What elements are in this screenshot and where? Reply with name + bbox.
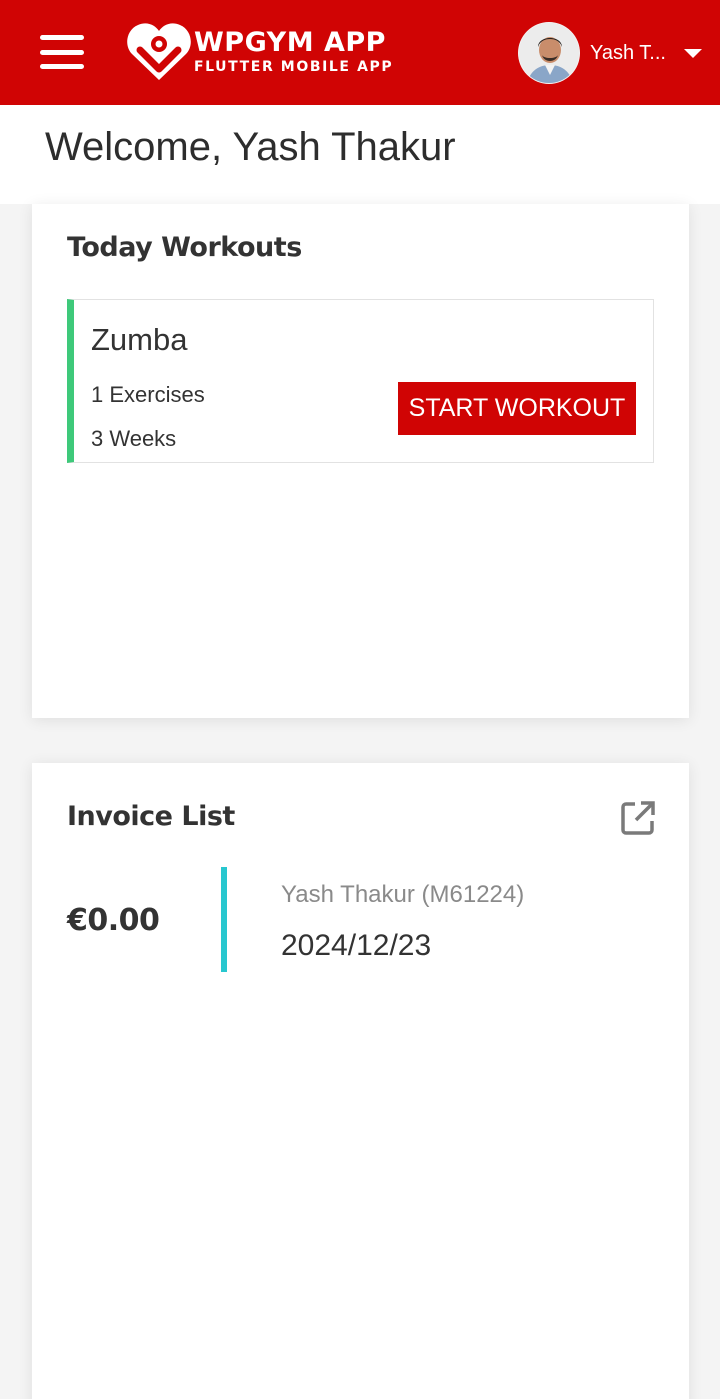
invoice-list-title: Invoice List — [67, 801, 235, 832]
workout-name: Zumba — [91, 322, 188, 357]
app-bar: WPGYM APP FLUTTER MOBILE APP Yash T... — [0, 0, 720, 105]
workout-exercises-count: 1 Exercises — [91, 382, 205, 407]
avatar — [518, 22, 580, 84]
user-name: Yash T... — [590, 41, 666, 64]
caret-down-icon[interactable] — [684, 48, 702, 58]
invoice-date: 2024/12/23 — [281, 929, 432, 962]
workout-list-item[interactable]: Zumba 1 Exercises 3 Weeks START WORKOUT — [67, 299, 654, 463]
heart-dumbbell-logo-icon — [127, 23, 191, 80]
invoice-list-card: Invoice List €0.00 Yash Thakur (M61224) … — [32, 763, 689, 1399]
invoice-member: Yash Thakur (M61224) — [281, 881, 525, 908]
logo-title: WPGYM APP — [194, 27, 386, 58]
user-photo-icon — [519, 23, 579, 83]
invoice-list-item[interactable]: €0.00 Yash Thakur (M61224) 2024/12/23 — [67, 867, 657, 973]
workout-weeks: 3 Weeks — [91, 426, 177, 451]
today-workouts-title: Today Workouts — [67, 232, 302, 263]
welcome-bar: Welcome, Yash Thakur — [0, 105, 720, 204]
welcome-text: Welcome, Yash Thakur — [45, 125, 456, 169]
app-logo: WPGYM APP FLUTTER MOBILE APP — [126, 20, 396, 84]
invoice-amount: €0.00 — [67, 903, 160, 938]
invoice-divider — [221, 867, 227, 972]
open-in-new-icon[interactable] — [620, 800, 656, 836]
logo-subtitle: FLUTTER MOBILE APP — [194, 59, 394, 75]
start-workout-button[interactable]: START WORKOUT — [398, 382, 636, 435]
user-menu[interactable]: Yash T... — [518, 22, 708, 84]
hamburger-menu-icon[interactable] — [40, 35, 84, 69]
today-workouts-card: Today Workouts Zumba 1 Exercises 3 Weeks… — [32, 204, 689, 718]
